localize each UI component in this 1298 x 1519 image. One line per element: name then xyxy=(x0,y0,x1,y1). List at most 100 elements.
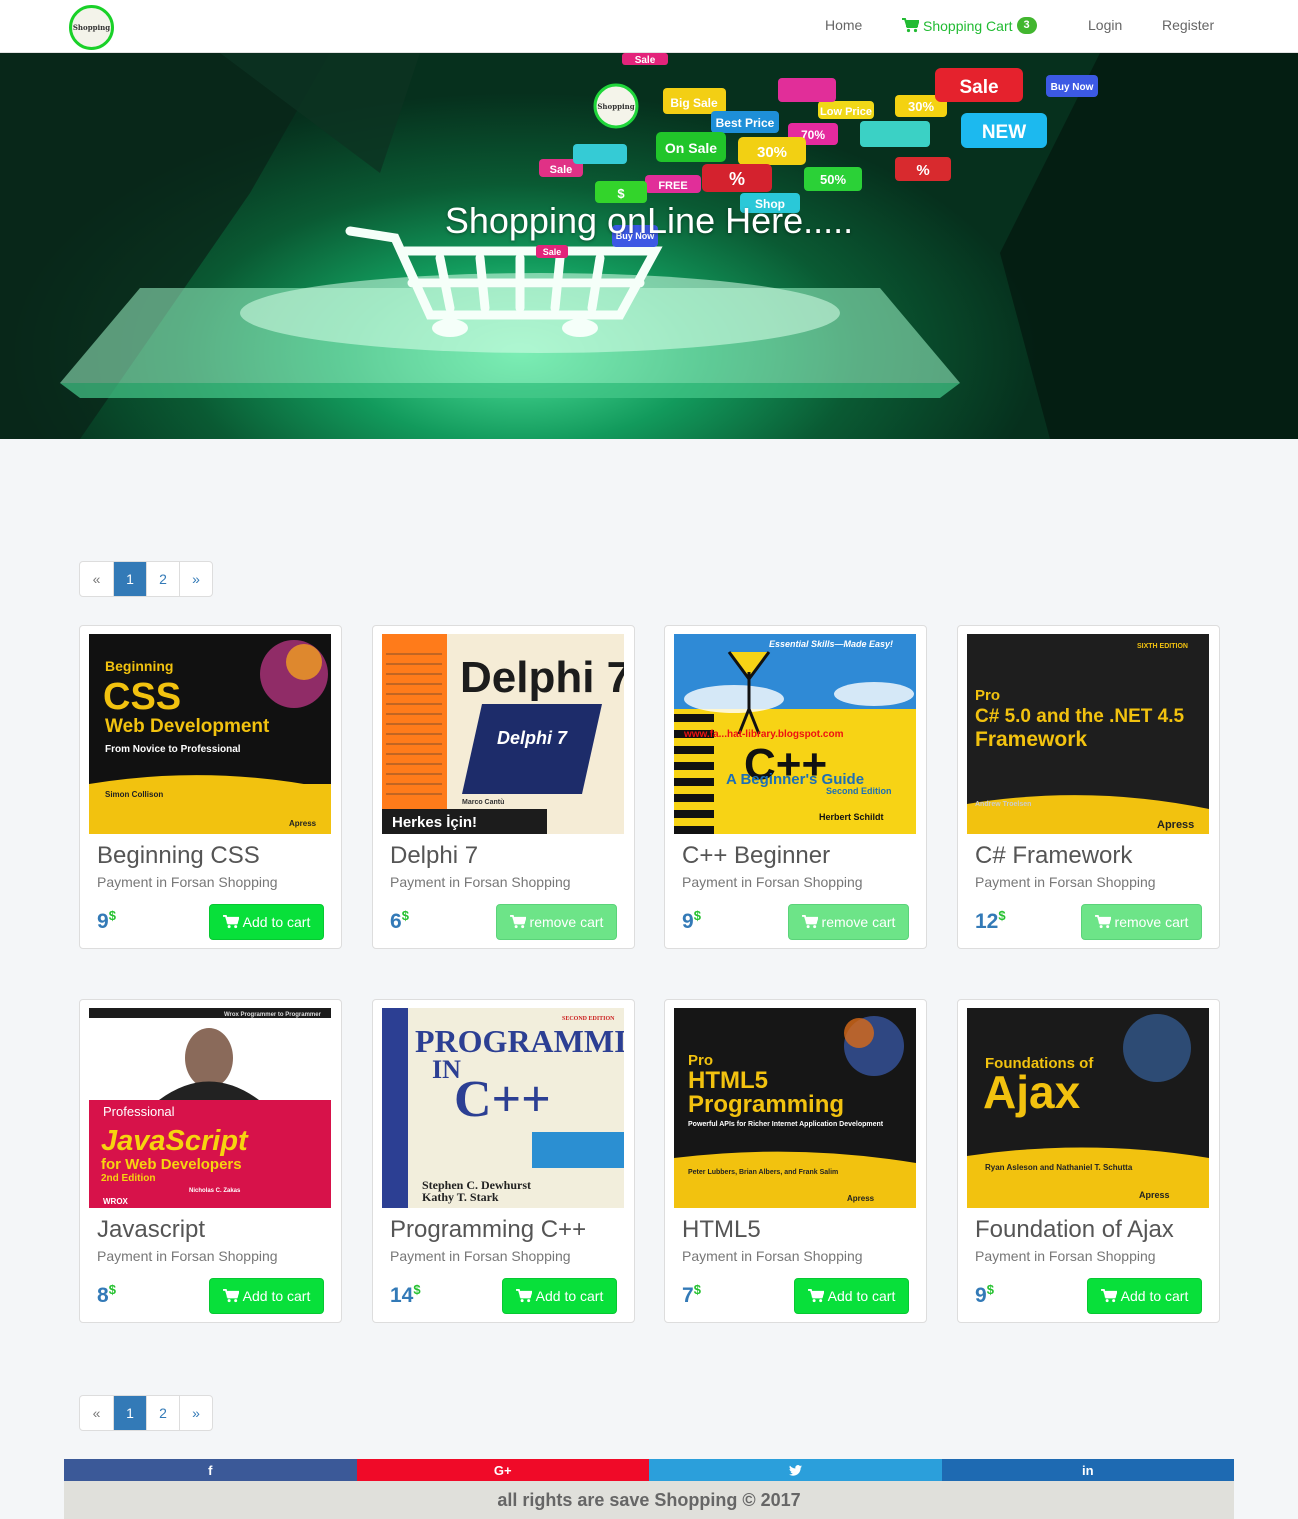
hero-tag: % xyxy=(916,162,929,179)
nav-shopping-cart-link[interactable]: Shopping Cart 3 xyxy=(902,17,1037,34)
add-to-cart-button[interactable]: Add to cart xyxy=(502,1278,617,1314)
pagination-page-2[interactable]: 2 xyxy=(146,562,179,596)
book-cover-ajax[interactable]: Foundations of Ajax Ryan Asleson and Nat… xyxy=(967,1008,1209,1208)
product-card: SECOND EDITION PROGRAMMING IN C++ Stephe… xyxy=(372,999,635,1323)
cover-text: Second Edition xyxy=(826,786,892,796)
hero-tag: Big Sale xyxy=(670,96,718,110)
hero-tag: On Sale xyxy=(665,140,717,156)
cover-text: for Web Developers xyxy=(101,1156,242,1173)
cover-text: Ryan Asleson and Nathaniel T. Schutta xyxy=(985,1163,1133,1172)
cart-icon xyxy=(222,915,239,929)
pagination-next[interactable]: » xyxy=(179,562,212,596)
price-currency: $ xyxy=(693,1282,701,1297)
product-card: Wrox Programmer to Programmer Profession… xyxy=(79,999,342,1323)
pagination-prev[interactable]: « xyxy=(80,562,113,596)
product-title[interactable]: Delphi 7 xyxy=(390,842,478,870)
pagination-top: « 1 2 » xyxy=(79,561,213,597)
hero-tag: 30% xyxy=(757,144,787,161)
product-title[interactable]: Beginning CSS xyxy=(97,842,260,870)
button-label: Add to cart xyxy=(827,1288,896,1304)
add-to-cart-button[interactable]: Add to cart xyxy=(209,904,324,940)
pagination-next[interactable]: » xyxy=(179,1396,212,1430)
site-logo[interactable]: Shopping xyxy=(69,5,114,50)
nav-register-link[interactable]: Register xyxy=(1162,17,1214,33)
add-to-cart-button[interactable]: Add to cart xyxy=(209,1278,324,1314)
cart-icon xyxy=(902,18,919,33)
linkedin-icon: in xyxy=(1081,1462,1094,1478)
hero-title: Shopping onLine Here..... xyxy=(444,200,854,241)
product-title[interactable]: Javascript xyxy=(97,1216,205,1244)
facebook-link[interactable]: f xyxy=(64,1459,357,1481)
remove-from-cart-button[interactable]: remove cart xyxy=(788,904,909,940)
hero-illustration: Sale Big Sale Best Price Low Price 30% S… xyxy=(0,53,1298,439)
product-card: Foundations of Ajax Ryan Asleson and Nat… xyxy=(957,999,1220,1323)
book-cover-delphi[interactable]: Delphi 7 Delphi 7 Herkes İçin! Marco Can… xyxy=(382,634,624,834)
hero-logo-text: Shopping xyxy=(597,102,634,111)
add-to-cart-button[interactable]: Add to cart xyxy=(794,1278,909,1314)
cart-count-badge: 3 xyxy=(1016,17,1037,34)
cover-text: Ajax xyxy=(983,1066,1081,1118)
navbar: Shopping Home Shopping Cart 3 Login Regi… xyxy=(0,0,1298,53)
cart-icon xyxy=(1094,915,1111,929)
price-value: 7 xyxy=(682,1284,694,1307)
product-subtitle: Payment in Forsan Shopping xyxy=(975,874,1156,890)
product-subtitle: Payment in Forsan Shopping xyxy=(682,874,863,890)
price-value: 14 xyxy=(390,1284,414,1307)
cover-text: Herkes İçin! xyxy=(392,814,477,831)
product-subtitle: Payment in Forsan Shopping xyxy=(390,1248,571,1264)
cover-text: Programming xyxy=(688,1091,844,1118)
add-to-cart-button[interactable]: Add to cart xyxy=(1087,1278,1202,1314)
book-cover-html5[interactable]: Pro HTML5 Programming Powerful APIs for … xyxy=(674,1008,916,1208)
nav-login-link[interactable]: Login xyxy=(1088,17,1122,33)
product-subtitle: Payment in Forsan Shopping xyxy=(97,874,278,890)
book-cover-programming-cpp[interactable]: SECOND EDITION PROGRAMMING IN C++ Stephe… xyxy=(382,1008,624,1208)
product-title[interactable]: HTML5 xyxy=(682,1216,761,1244)
product-title[interactable]: Programming C++ xyxy=(390,1216,586,1244)
hero-tag: 30% xyxy=(908,99,934,114)
product-card: Pro HTML5 Programming Powerful APIs for … xyxy=(664,999,927,1323)
cover-text: Powerful APIs for Richer Internet Applic… xyxy=(688,1121,884,1128)
cover-text: JavaScript xyxy=(101,1125,249,1157)
cover-text: Apress xyxy=(847,1194,875,1203)
pagination-page-1[interactable]: 1 xyxy=(113,562,146,596)
product-title[interactable]: Foundation of Ajax xyxy=(975,1216,1174,1244)
price-currency: $ xyxy=(401,908,409,923)
price-value: 6 xyxy=(390,910,402,933)
cover-text: Andrew Troelsen xyxy=(975,801,1031,808)
product-price: 6$ xyxy=(390,908,409,934)
book-cover-csharp[interactable]: SIXTH EDITION Pro C# 5.0 and the .NET 4.… xyxy=(967,634,1209,834)
hero-tag: Buy Now xyxy=(1051,82,1094,93)
remove-from-cart-button[interactable]: remove cart xyxy=(496,904,617,940)
linkedin-link[interactable]: in xyxy=(941,1459,1234,1481)
product-price: 14$ xyxy=(390,1282,421,1308)
pagination-page-2[interactable]: 2 xyxy=(146,1396,179,1430)
button-label: Add to cart xyxy=(242,1288,311,1304)
product-card: SIXTH EDITION Pro C# 5.0 and the .NET 4.… xyxy=(957,625,1220,949)
cover-text: C# 5.0 and the .NET 4.5 xyxy=(975,706,1184,727)
pagination-prev[interactable]: « xyxy=(80,1396,113,1430)
hero-tag: Low Price xyxy=(820,106,872,118)
logo-text: Shopping xyxy=(72,23,111,32)
cover-text: Wrox Programmer to Programmer xyxy=(224,1012,322,1018)
product-title[interactable]: C# Framework xyxy=(975,842,1132,870)
book-cover-cpp-beginner[interactable]: Essential Skills—Made Easy! www.fa...hat… xyxy=(674,634,916,834)
product-card: Essential Skills—Made Easy! www.fa...hat… xyxy=(664,625,927,949)
cart-icon xyxy=(509,915,526,929)
product-price: 9$ xyxy=(97,908,116,934)
cover-text: From Novice to Professional xyxy=(105,744,241,755)
book-cover-css[interactable]: Beginning CSS Web Development From Novic… xyxy=(89,634,331,834)
pagination-page-1[interactable]: 1 xyxy=(113,1396,146,1430)
hero-tag: Sale xyxy=(635,55,656,66)
google-plus-link[interactable]: G+ xyxy=(356,1459,649,1481)
cart-icon xyxy=(222,1289,239,1303)
nav-home-link[interactable]: Home xyxy=(825,17,862,33)
hero-tag: Sale xyxy=(959,77,998,98)
price-value: 9 xyxy=(97,910,109,933)
cart-icon xyxy=(515,1289,532,1303)
cover-text: HTML5 xyxy=(688,1067,768,1094)
product-price: 7$ xyxy=(682,1282,701,1308)
product-title[interactable]: C++ Beginner xyxy=(682,842,830,870)
remove-from-cart-button[interactable]: remove cart xyxy=(1081,904,1202,940)
book-cover-javascript[interactable]: Wrox Programmer to Programmer Profession… xyxy=(89,1008,331,1208)
twitter-link[interactable] xyxy=(649,1459,942,1481)
